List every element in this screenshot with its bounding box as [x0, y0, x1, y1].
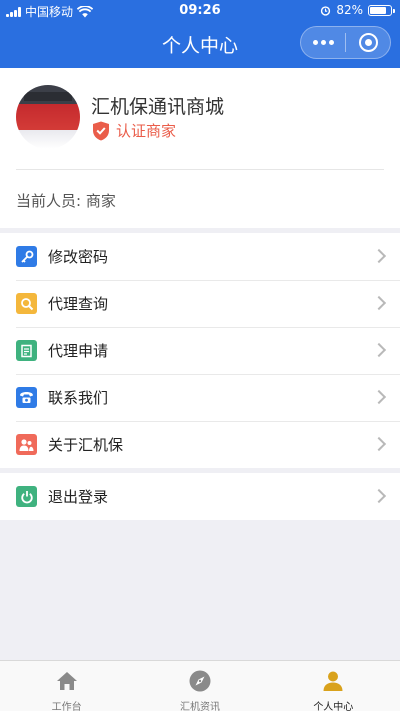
chevron-right-icon	[371, 389, 387, 405]
key-icon	[16, 246, 37, 267]
status-bar: 中国移动 09:26 82%	[0, 0, 400, 22]
alarm-icon	[321, 5, 331, 16]
navbar: 个人中心	[0, 22, 400, 68]
compass-icon	[189, 670, 211, 692]
people-icon	[16, 434, 37, 455]
menu-item-label: 修改密码	[48, 248, 109, 266]
tab-profile[interactable]: 个人中心	[267, 661, 400, 711]
menu-item-label: 联系我们	[48, 389, 109, 407]
chevron-right-icon	[371, 436, 387, 452]
power-icon	[16, 486, 37, 507]
menu-item-change-password[interactable]: 修改密码	[0, 233, 400, 280]
battery-percent: 82%	[336, 3, 363, 17]
tab-label: 个人中心	[313, 702, 354, 711]
current-person: 当前人员: 商家	[16, 192, 116, 210]
tab-label: 工作台	[51, 702, 82, 711]
logout-button[interactable]: 退出登录	[0, 473, 400, 520]
form-icon	[16, 340, 37, 361]
menu-item-agent-apply[interactable]: 代理申请	[0, 327, 400, 374]
menu-item-label: 代理申请	[48, 342, 109, 360]
chevron-right-icon	[371, 488, 387, 504]
chevron-right-icon	[371, 295, 387, 311]
logout-section: 退出登录	[0, 473, 400, 520]
miniprogram-capsule	[300, 26, 391, 59]
home-icon	[56, 672, 77, 690]
menu-item-agent-query[interactable]: 代理查询	[0, 280, 400, 327]
menu-item-about[interactable]: 关于汇机保	[0, 421, 400, 468]
header: 中国移动 09:26 82% 个人中心	[0, 0, 400, 68]
tab-bar: 工作台 汇机资讯 个人中心	[0, 660, 400, 711]
status-right: 82%	[320, 3, 395, 17]
menu-list: 修改密码 代理查询 代理申请 联系我们 关于汇机保	[0, 233, 400, 468]
certification-badge: 认证商家	[92, 120, 176, 141]
shop-name: 汇机保通讯商城	[91, 96, 225, 118]
tab-news[interactable]: 汇机资讯	[133, 661, 266, 711]
menu-item-label: 代理查询	[48, 295, 109, 313]
target-icon	[358, 33, 378, 52]
profile-divider	[16, 169, 384, 170]
search-icon	[16, 293, 37, 314]
more-button[interactable]	[301, 27, 345, 58]
battery-icon	[368, 4, 395, 16]
menu-item-label: 关于汇机保	[48, 436, 124, 454]
tab-workbench[interactable]: 工作台	[0, 661, 133, 711]
cert-label: 认证商家	[116, 122, 177, 140]
avatar[interactable]	[16, 85, 80, 149]
chevron-right-icon	[371, 342, 387, 358]
person-icon	[323, 671, 343, 691]
menu-item-contact-us[interactable]: 联系我们	[0, 374, 400, 421]
more-icon	[312, 40, 318, 45]
tab-label: 汇机资讯	[179, 702, 220, 711]
avatar-storefront-image	[24, 92, 72, 101]
shield-icon	[93, 121, 109, 140]
logout-label: 退出登录	[48, 488, 109, 506]
close-miniprogram-button[interactable]	[346, 27, 390, 58]
chevron-right-icon	[371, 248, 387, 264]
phone-icon	[16, 387, 37, 408]
